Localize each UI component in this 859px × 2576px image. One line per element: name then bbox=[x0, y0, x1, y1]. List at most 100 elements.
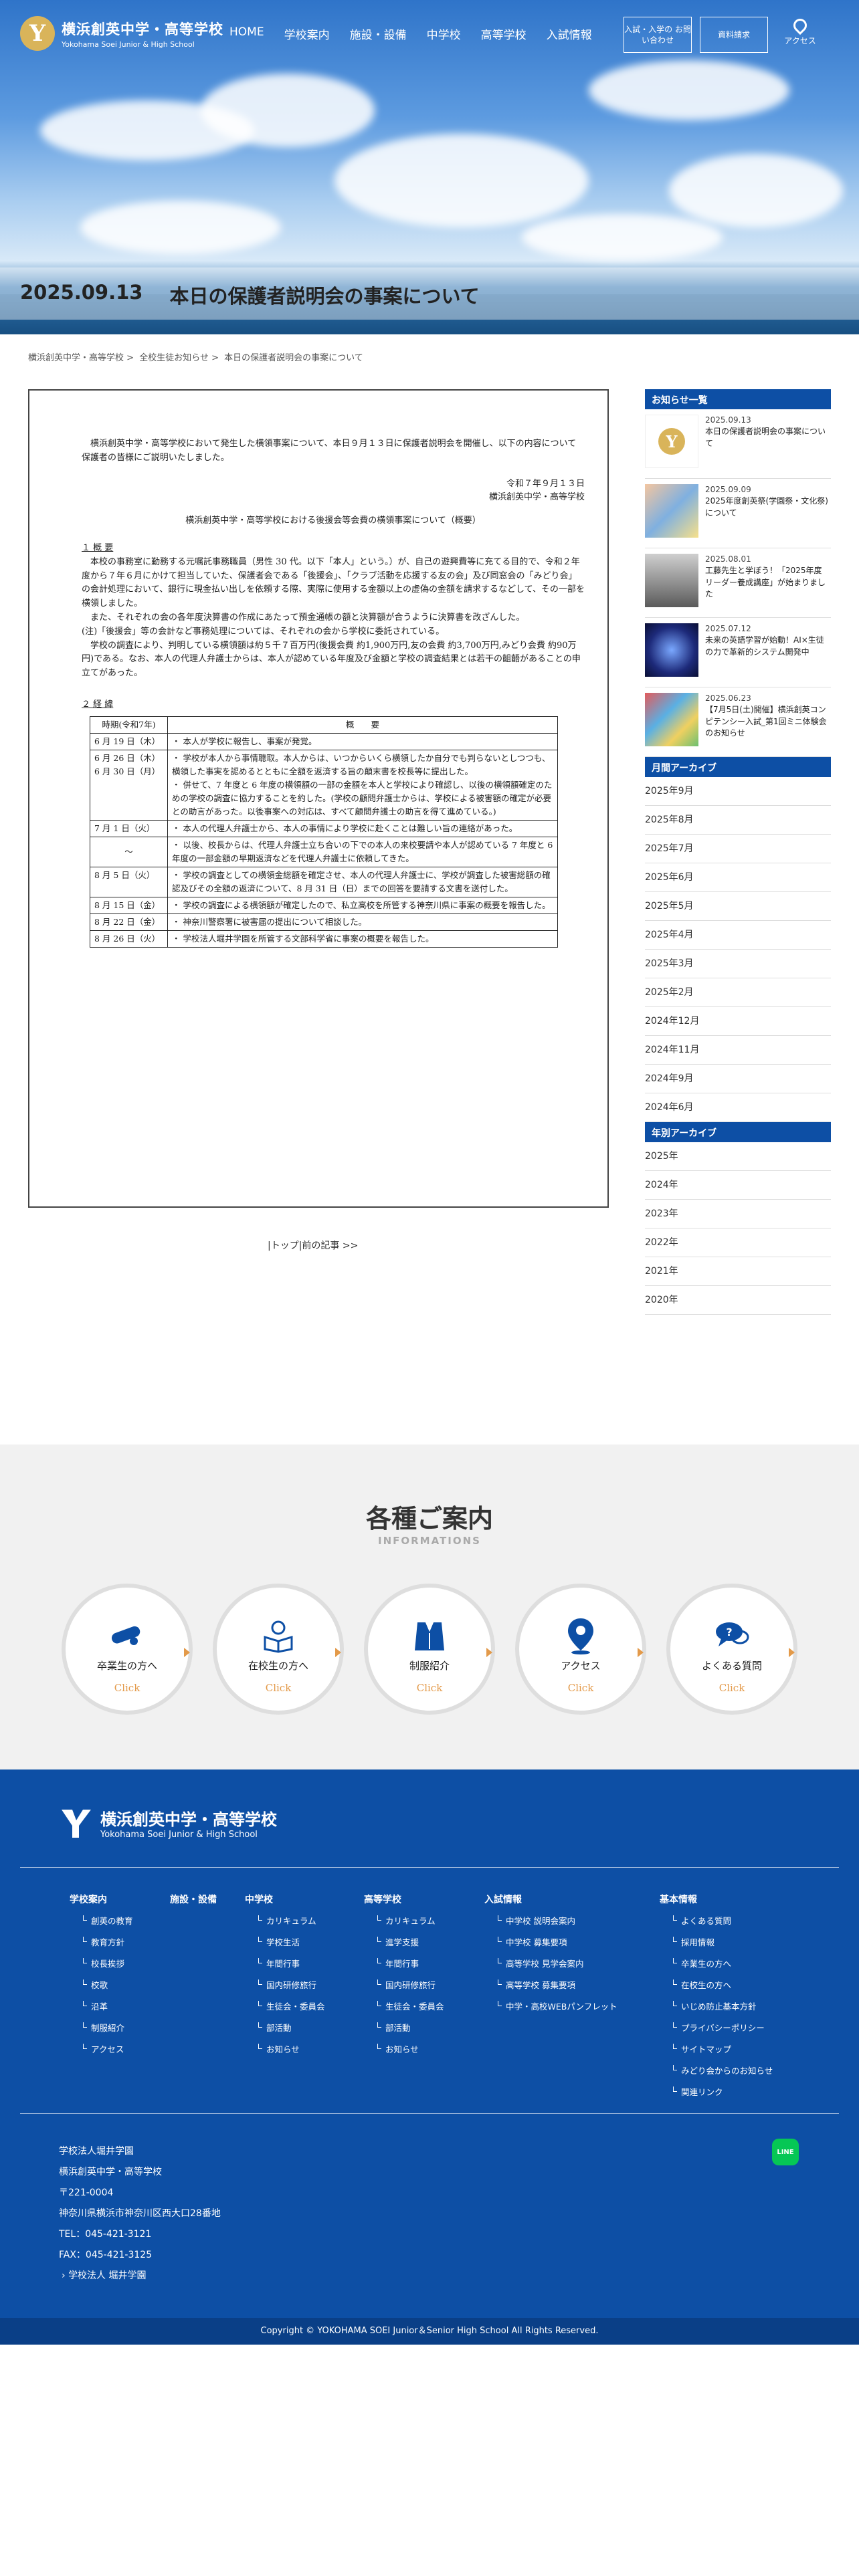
archive-year-link[interactable]: 2020年 bbox=[645, 1286, 831, 1315]
footer-link[interactable]: アクセス bbox=[70, 2042, 133, 2055]
footer-link[interactable]: 生徒会・委員会 bbox=[364, 2000, 444, 2012]
table-row: 8 月 15 日（金）・ 学校の調査による横領額が確定したので、私立高校を所管す… bbox=[90, 896, 558, 914]
footer-col-heading[interactable]: 学校案内 bbox=[70, 1893, 133, 1906]
info-faq-button[interactable]: ? よくある質問 Click bbox=[666, 1584, 797, 1715]
header-access-link[interactable]: アクセス bbox=[780, 15, 820, 46]
footer-link[interactable]: 沿革 bbox=[70, 2000, 133, 2012]
info-click: Click bbox=[567, 1682, 594, 1694]
footer-link[interactable]: 部活動 bbox=[364, 2021, 444, 2034]
news-item[interactable]: 2025.07.12 未来の英語学習が始動！AI×生徒の力で革新的システム開発中 bbox=[645, 618, 831, 687]
footer-link[interactable]: 年間行事 bbox=[245, 1957, 325, 1969]
archive-month-link[interactable]: 2025年5月 bbox=[645, 892, 831, 921]
archive-year-link[interactable]: 2025年 bbox=[645, 1142, 831, 1171]
archive-month-link[interactable]: 2025年8月 bbox=[645, 806, 831, 835]
footer-link[interactable]: カリキュラム bbox=[364, 1914, 444, 1927]
logo-name-en: Yokohama Soei Junior & High School bbox=[62, 39, 195, 49]
info-uniform-button[interactable]: 制服紹介 Click bbox=[364, 1584, 495, 1715]
footer-link[interactable]: お知らせ bbox=[364, 2042, 444, 2055]
footer-link[interactable]: 教育方針 bbox=[70, 1935, 133, 1948]
footer-logo[interactable]: 横浜創英中学・高等学校 Yokohama Soei Junior & High … bbox=[59, 1806, 277, 1840]
nav-facilities[interactable]: 施設・設備 bbox=[350, 25, 407, 42]
footer-link[interactable]: みどり会からのお知らせ bbox=[660, 2064, 773, 2076]
footer-link[interactable]: 中学校 説明会案内 bbox=[484, 1914, 617, 1927]
footer-link[interactable]: 創英の教育 bbox=[70, 1914, 133, 1927]
footer-link[interactable]: 中学・高校WEBパンフレット bbox=[484, 2000, 617, 2012]
nav-school-guide[interactable]: 学校案内 bbox=[284, 25, 330, 42]
footer-link[interactable]: 高等学校 募集要項 bbox=[484, 1978, 617, 1991]
footer-link[interactable]: 採用情報 bbox=[660, 1935, 773, 1948]
footer-link[interactable]: 高等学校 見学会案内 bbox=[484, 1957, 617, 1969]
info-students-button[interactable]: 在校生の方へ Click bbox=[213, 1584, 344, 1715]
site-footer: 横浜創英中学・高等学校 Yokohama Soei Junior & High … bbox=[0, 1769, 859, 2345]
breadcrumb-current: 本日の保護者説明会の事案について bbox=[224, 353, 363, 363]
archive-month-link[interactable]: 2025年3月 bbox=[645, 950, 831, 978]
archive-year-link[interactable]: 2024年 bbox=[645, 1171, 831, 1200]
footer-col-heading[interactable]: 入試情報 bbox=[484, 1893, 617, 1906]
table-row: ～・ 以後、校長からは、代理人弁護士立ち合いの下での本人の来校要請や本人が認めて… bbox=[90, 836, 558, 867]
archive-year-link[interactable]: 2021年 bbox=[645, 1257, 831, 1286]
footer-link[interactable]: 卒業生の方へ bbox=[660, 1957, 773, 1969]
news-date: 2025.09.09 bbox=[705, 485, 751, 494]
breadcrumb-home[interactable]: 横浜創英中学・高等学校 bbox=[28, 353, 124, 363]
nav-admission[interactable]: 入試情報 bbox=[547, 25, 592, 42]
site-header: Y 横浜創英中学・高等学校 Yokohama Soei Junior & Hig… bbox=[0, 0, 859, 70]
footer-col-heading[interactable]: 基本情報 bbox=[660, 1893, 773, 1906]
footer-link[interactable]: 学校生活 bbox=[245, 1935, 325, 1948]
archive-year-link[interactable]: 2023年 bbox=[645, 1200, 831, 1228]
nav-high-school[interactable]: 高等学校 bbox=[481, 25, 527, 42]
news-item[interactable]: Y 2025.09.13 本日の保護者説明会の事案について bbox=[645, 409, 831, 479]
footer-link[interactable]: カリキュラム bbox=[245, 1914, 325, 1927]
footer-link[interactable]: 生徒会・委員会 bbox=[245, 2000, 325, 2012]
archive-year-link[interactable]: 2022年 bbox=[645, 1228, 831, 1257]
archive-month-link[interactable]: 2024年6月 bbox=[645, 1093, 831, 1122]
info-graduates-button[interactable]: 卒業生の方へ Click bbox=[62, 1584, 193, 1715]
archive-month-link[interactable]: 2025年6月 bbox=[645, 863, 831, 892]
archive-month-link[interactable]: 2025年9月 bbox=[645, 777, 831, 806]
footer-link[interactable]: よくある質問 bbox=[660, 1914, 773, 1927]
footer-link[interactable]: 校歌 bbox=[70, 1978, 133, 1991]
archive-month-link[interactable]: 2025年2月 bbox=[645, 978, 831, 1007]
doc-date: 令和７年９月１３日 bbox=[506, 478, 585, 489]
doc-paragraph: また、それぞれの会の各年度決算書の作成にあたって預金通帳の額と決算額が合うように… bbox=[90, 612, 525, 623]
footer-link[interactable]: 部活動 bbox=[245, 2021, 325, 2034]
nav-home[interactable]: HOME bbox=[229, 25, 264, 42]
footer-link[interactable]: 年間行事 bbox=[364, 1957, 444, 1969]
line-icon[interactable]: LINE bbox=[772, 2139, 799, 2165]
footer-link[interactable]: 関連リンク bbox=[660, 2085, 773, 2098]
breadcrumb-category[interactable]: 全校生徒お知らせ bbox=[139, 353, 209, 363]
news-item[interactable]: 2025.09.09 2025年度創英祭(学園祭・文化祭)について bbox=[645, 479, 831, 548]
footer-link[interactable]: いじめ防止基本方針 bbox=[660, 2000, 773, 2012]
footer-link[interactable]: プライバシーポリシー bbox=[660, 2021, 773, 2034]
info-access-button[interactable]: アクセス Click bbox=[515, 1584, 646, 1715]
corporation-link[interactable]: › 学校法人 堀井学園 bbox=[62, 2268, 147, 2282]
footer-link[interactable]: サイトマップ bbox=[660, 2042, 773, 2055]
archive-month-link[interactable]: 2025年4月 bbox=[645, 921, 831, 950]
site-logo[interactable]: Y 横浜創英中学・高等学校 Yokohama Soei Junior & Hig… bbox=[20, 16, 223, 51]
post-pager[interactable]: |トップ|前の記事 >> bbox=[268, 1239, 358, 1252]
footer-link[interactable]: 中学校 募集要項 bbox=[484, 1935, 617, 1948]
info-title: 各種ご案内 bbox=[365, 1504, 493, 1533]
footer-link[interactable]: 制服紹介 bbox=[70, 2021, 133, 2034]
archive-month-link[interactable]: 2025年7月 bbox=[645, 835, 831, 863]
info-click: Click bbox=[114, 1682, 140, 1694]
footer-link[interactable]: 国内研修旅行 bbox=[245, 1978, 325, 1991]
footer-col-heading[interactable]: 施設・設備 bbox=[170, 1893, 217, 1906]
brochure-button[interactable]: 資料請求 bbox=[700, 17, 768, 53]
footer-link[interactable]: 校長挨拶 bbox=[70, 1957, 133, 1969]
footer-col-heading[interactable]: 中学校 bbox=[245, 1893, 325, 1906]
news-item[interactable]: 2025.06.23 【7月5日(土)開催】横浜創英コンピテンシー入試_第1回ミニ… bbox=[645, 687, 831, 757]
news-item[interactable]: 2025.08.01 工藤先生と学ぼう！「2025年度 リーダー養成講座」が始まり… bbox=[645, 548, 831, 618]
footer-link[interactable]: お知らせ bbox=[245, 2042, 325, 2055]
inquiry-button[interactable]: 入試・入学の お問い合わせ bbox=[624, 17, 692, 53]
table-header: 時期(令和7年) bbox=[90, 716, 168, 734]
footer-col-heading[interactable]: 高等学校 bbox=[364, 1893, 444, 1906]
archive-month-link[interactable]: 2024年9月 bbox=[645, 1065, 831, 1093]
footer-link[interactable]: 国内研修旅行 bbox=[364, 1978, 444, 1991]
nav-junior-high[interactable]: 中学校 bbox=[427, 25, 461, 42]
news-date: 2025.07.12 bbox=[705, 624, 751, 633]
footer-link[interactable]: 進学支援 bbox=[364, 1935, 444, 1948]
archive-month-link[interactable]: 2024年12月 bbox=[645, 1007, 831, 1036]
footer-link[interactable]: 在校生の方へ bbox=[660, 1978, 773, 1991]
archive-month-link[interactable]: 2024年11月 bbox=[645, 1036, 831, 1065]
arrow-right-icon bbox=[486, 1648, 492, 1657]
